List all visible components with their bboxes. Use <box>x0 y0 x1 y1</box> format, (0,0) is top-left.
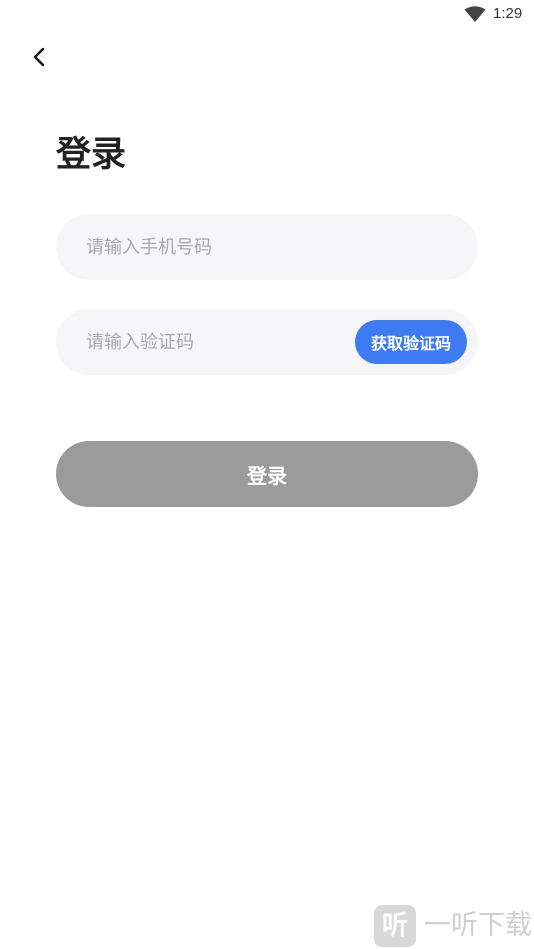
phone-field <box>56 214 478 280</box>
watermark-text: 一听下载 <box>424 910 532 941</box>
verification-code-input[interactable] <box>86 309 346 375</box>
code-field: 获取验证码 <box>56 309 478 375</box>
back-button[interactable] <box>22 44 56 74</box>
get-code-button[interactable]: 获取验证码 <box>355 320 467 364</box>
chevron-left-icon <box>32 47 46 71</box>
login-button[interactable]: 登录 <box>56 441 478 507</box>
watermark: 听 一听下载 <box>374 905 532 947</box>
wifi-icon <box>464 6 486 22</box>
phone-input[interactable] <box>86 214 456 280</box>
status-bar: 1:29 <box>0 0 534 28</box>
status-time: 1:29 <box>493 5 523 22</box>
page-title: 登录 <box>56 135 127 175</box>
watermark-logo-icon: 听 <box>374 905 416 947</box>
